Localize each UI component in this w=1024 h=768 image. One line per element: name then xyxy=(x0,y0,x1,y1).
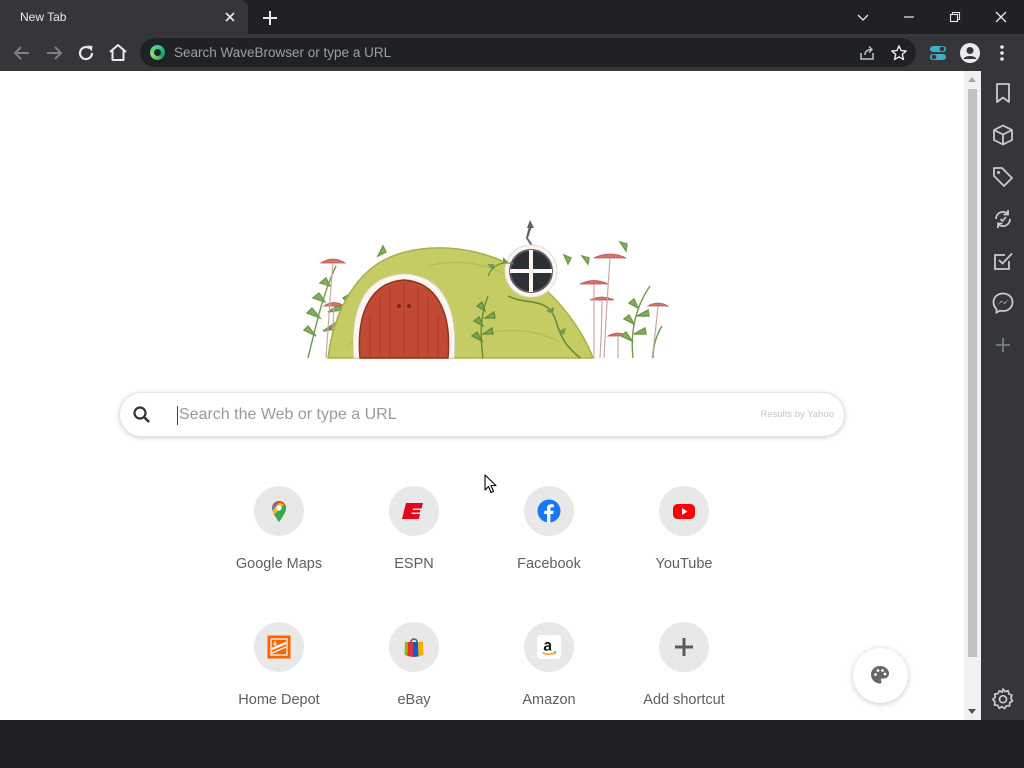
address-bar[interactable]: Search WaveBrowser or type a URL xyxy=(140,38,916,67)
checklist-icon[interactable] xyxy=(991,249,1015,273)
restore-button[interactable] xyxy=(932,0,978,34)
shortcut-ebay[interactable]: eBay xyxy=(354,622,474,720)
results-by-yahoo: Results by Yahoo xyxy=(760,409,834,420)
espn-icon xyxy=(389,486,439,536)
bookmark-star-icon[interactable] xyxy=(890,44,908,67)
search-input[interactable]: Search the Web or type a URL xyxy=(179,406,397,424)
messenger-icon[interactable] xyxy=(991,291,1015,315)
add-icon[interactable] xyxy=(991,333,1015,357)
scroll-up-arrow-icon[interactable] xyxy=(968,77,976,82)
home-depot-icon xyxy=(254,622,304,672)
mouse-cursor-icon xyxy=(484,474,497,494)
window-bottom-area xyxy=(0,720,1024,768)
back-icon[interactable] xyxy=(10,41,34,65)
tab-strip: New Tab xyxy=(0,0,1024,34)
menu-kebab-icon[interactable] xyxy=(990,41,1014,65)
shortcut-google-maps[interactable]: Google Maps xyxy=(219,486,339,596)
facebook-icon xyxy=(524,486,574,536)
hobbit-house-illustration xyxy=(302,220,670,359)
toolbar: Search WaveBrowser or type a URL xyxy=(0,34,1024,71)
shortcut-add[interactable]: Add shortcut xyxy=(624,622,744,720)
new-tab-page: Search the Web or type a URL Results by … xyxy=(0,71,964,720)
customize-theme-button[interactable] xyxy=(853,648,908,703)
package-icon[interactable] xyxy=(991,123,1015,147)
shortcut-label: Facebook xyxy=(517,556,581,572)
amazon-icon xyxy=(524,622,574,672)
share-icon[interactable] xyxy=(858,44,876,67)
shortcut-label: ESPN xyxy=(394,556,434,572)
address-bar-placeholder: Search WaveBrowser or type a URL xyxy=(174,45,392,60)
shortcut-facebook[interactable]: Facebook xyxy=(489,486,609,596)
youtube-icon xyxy=(659,486,709,536)
plus-icon xyxy=(659,622,709,672)
close-window-button[interactable] xyxy=(978,0,1024,34)
minimize-icon xyxy=(904,16,914,18)
chevron-down-icon xyxy=(857,14,869,21)
shortcut-label: eBay xyxy=(397,692,431,708)
minimize-button[interactable] xyxy=(886,0,932,34)
home-icon[interactable] xyxy=(106,41,130,65)
shortcut-youtube[interactable]: YouTube xyxy=(624,486,744,596)
wavebrowser-logo-icon xyxy=(150,45,165,60)
ebay-icon xyxy=(389,622,439,672)
web-search-box[interactable]: Search the Web or type a URL Results by … xyxy=(119,392,845,437)
shortcut-amazon[interactable]: Amazon xyxy=(489,622,609,720)
reload-icon[interactable] xyxy=(74,41,98,65)
tab-title: New Tab xyxy=(20,10,67,24)
profile-avatar-icon[interactable] xyxy=(958,41,982,65)
palette-icon xyxy=(871,666,889,684)
shortcut-label: Google Maps xyxy=(235,556,323,572)
search-icon xyxy=(132,405,152,430)
sync-icon[interactable] xyxy=(991,207,1015,231)
tab-new-tab[interactable]: New Tab xyxy=(0,0,248,34)
bookmark-icon[interactable] xyxy=(991,81,1015,105)
scroll-thumb[interactable] xyxy=(968,89,977,657)
restore-icon xyxy=(949,11,961,23)
close-tab-icon[interactable] xyxy=(222,9,238,25)
text-caret xyxy=(177,406,178,425)
shortcut-label: Amazon xyxy=(522,692,576,708)
shortcut-espn[interactable]: ESPN xyxy=(354,486,474,596)
shortcut-label: YouTube xyxy=(655,556,713,572)
shortcut-home-depot[interactable]: Home Depot xyxy=(219,622,339,720)
settings-icon[interactable] xyxy=(991,687,1015,711)
tag-icon[interactable] xyxy=(991,165,1015,189)
close-icon xyxy=(995,11,1007,23)
new-tab-icon[interactable] xyxy=(260,8,280,28)
shortcut-label: Home Depot xyxy=(238,692,320,708)
shortcut-label: Add shortcut xyxy=(643,692,725,708)
scroll-down-arrow-icon[interactable] xyxy=(968,709,976,714)
forward-icon[interactable] xyxy=(42,41,66,65)
google-maps-icon xyxy=(254,486,304,536)
sidebar xyxy=(981,71,1024,720)
page-scrollbar[interactable] xyxy=(964,71,981,720)
extension-toggle-icon[interactable] xyxy=(926,41,950,65)
tab-search-button[interactable] xyxy=(840,0,886,34)
browser-window: New Tab Search WaveBrowser or type a URL… xyxy=(0,0,1024,768)
